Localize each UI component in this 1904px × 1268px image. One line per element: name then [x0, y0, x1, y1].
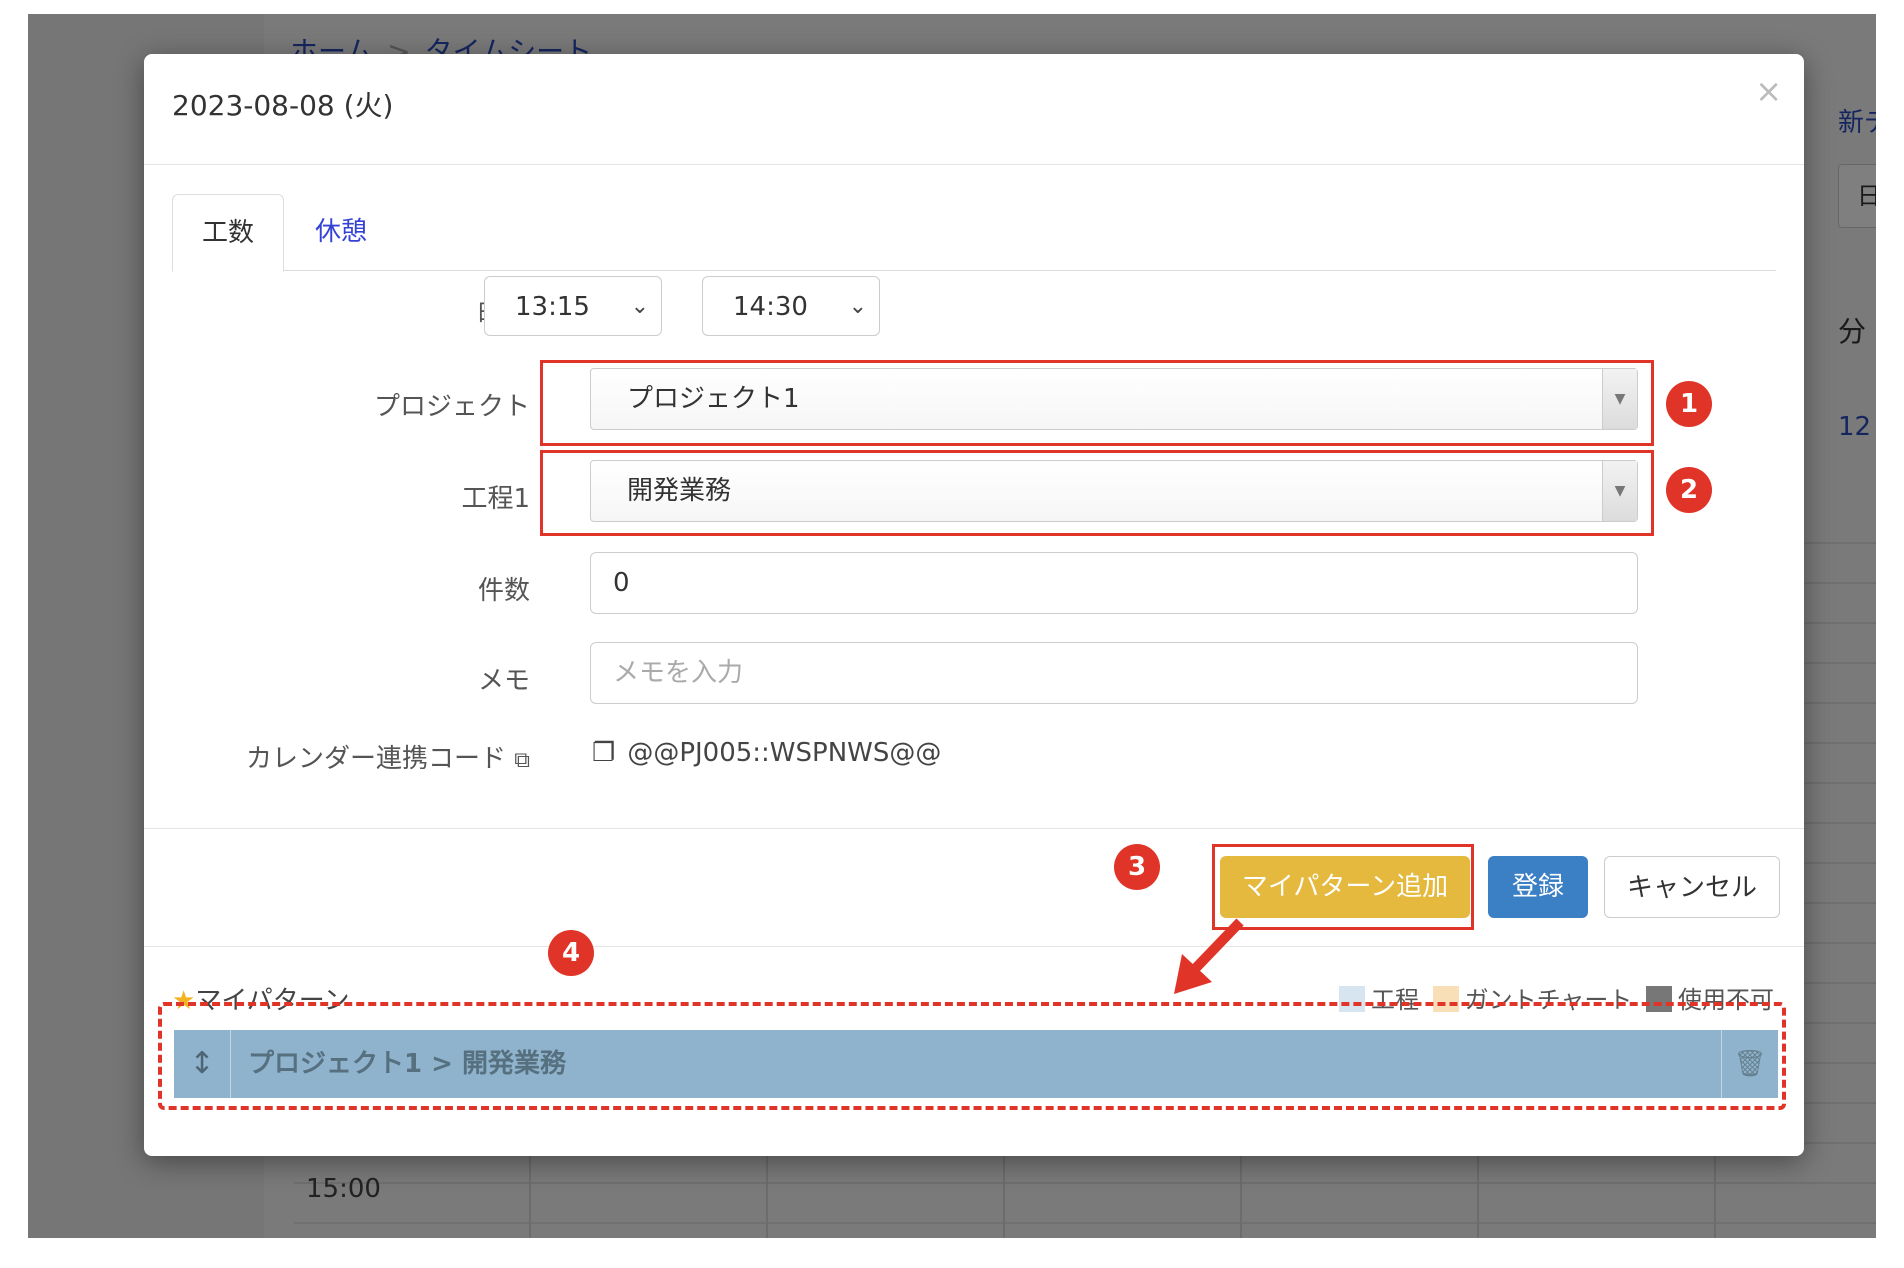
- pattern-divider: [144, 946, 1804, 947]
- close-icon[interactable]: ×: [1755, 72, 1782, 110]
- annotation-badge-1: 1: [1666, 381, 1712, 427]
- cancel-button[interactable]: キャンセル: [1604, 856, 1780, 918]
- project-label: プロジェクト: [373, 392, 530, 422]
- highlight-box-project: [540, 360, 1654, 446]
- highlight-box-my-pattern: [158, 1002, 1786, 1110]
- timesheet-entry-dialog: 2023-08-08 (火) × 工数 休憩 時間 13:15 ⌄ ~ 14:3…: [144, 54, 1804, 1156]
- annotation-badge-3: 3: [1114, 844, 1160, 890]
- calendar-code-row: ❐ @@PJ005::WSPNWS@@: [592, 738, 941, 768]
- external-link-icon[interactable]: ⧉: [514, 748, 530, 773]
- end-time-select[interactable]: 14:30 ⌄: [702, 276, 880, 336]
- annotation-arrow: [1174, 918, 1244, 994]
- tab-man-hours[interactable]: 工数: [172, 194, 284, 272]
- chevron-down-icon: ⌄: [630, 294, 649, 319]
- calendar-code-label-text: カレンダー連携コード: [246, 744, 507, 774]
- count-input[interactable]: 0: [590, 552, 1638, 614]
- start-time-select[interactable]: 13:15 ⌄: [484, 276, 662, 336]
- footer-divider: [144, 828, 1804, 829]
- annotation-badge-2: 2: [1666, 467, 1712, 513]
- process-label: 工程1: [461, 484, 530, 514]
- calendar-code-label: カレンダー連携コード ⧉: [200, 738, 530, 775]
- end-time-value: 14:30: [733, 292, 808, 322]
- chevron-down-icon: ⌄: [848, 294, 867, 319]
- dialog-title: 2023-08-08 (火): [172, 89, 394, 122]
- memo-input[interactable]: メモを入力: [590, 642, 1638, 704]
- start-time-value: 13:15: [515, 292, 590, 322]
- memo-label: メモ: [477, 666, 530, 696]
- header-divider: [144, 164, 1804, 165]
- highlight-box-process: [540, 450, 1654, 536]
- dialog-tabs: 工数 休憩: [172, 194, 1776, 272]
- calendar-code-value: @@PJ005::WSPNWS@@: [627, 738, 942, 768]
- time-label: 時間: [200, 294, 530, 331]
- count-label: 件数: [477, 576, 530, 606]
- tab-break[interactable]: 休憩: [282, 194, 400, 270]
- copy-icon[interactable]: ❐: [592, 738, 615, 768]
- register-button[interactable]: 登録: [1488, 856, 1588, 918]
- annotation-badge-4: 4: [548, 930, 594, 976]
